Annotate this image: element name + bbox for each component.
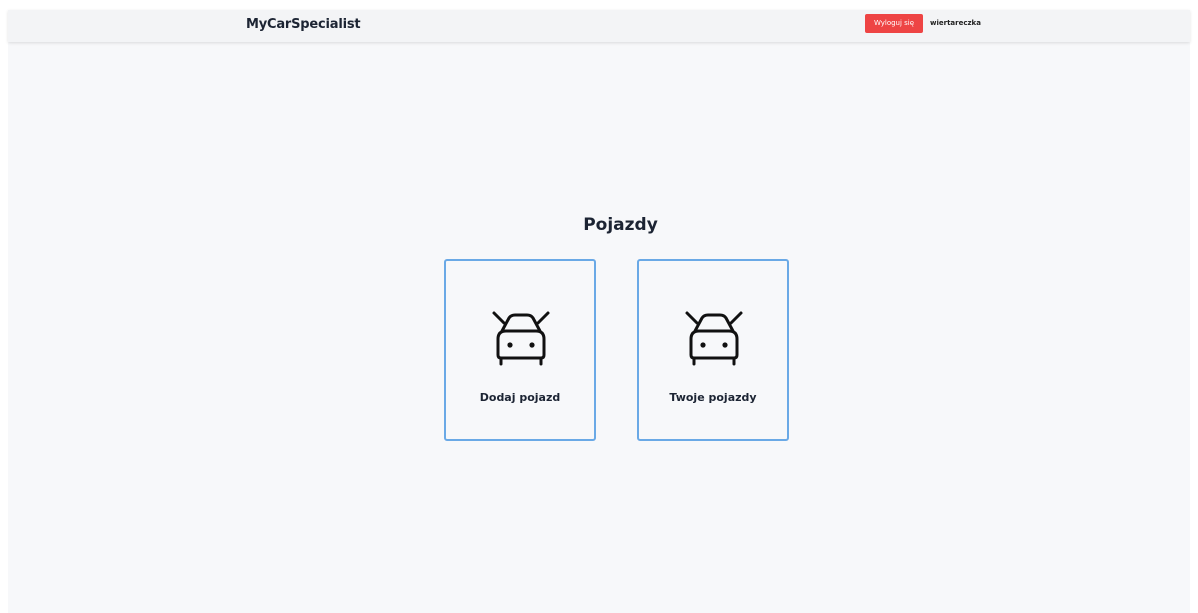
logout-button[interactable]: Wyloguj się [865, 14, 923, 33]
navbar: MyCarSpecialist Wyloguj się wiertareczka [8, 10, 1190, 42]
page-title: Pojazdy [583, 215, 658, 235]
username-label: wiertareczka [930, 19, 981, 27]
your-vehicles-card[interactable]: Twoje pojazdy [637, 259, 789, 441]
brand-logo[interactable]: MyCarSpecialist [246, 17, 361, 32]
app-frame: MyCarSpecialist Wyloguj się wiertareczka… [8, 10, 1190, 613]
add-vehicle-card[interactable]: Dodaj pojazd [444, 259, 596, 441]
add-vehicle-label: Dodaj pojazd [479, 391, 561, 404]
car-icon [685, 311, 743, 366]
your-vehicles-label: Twoje pojazdy [669, 391, 757, 404]
car-icon [492, 311, 550, 366]
